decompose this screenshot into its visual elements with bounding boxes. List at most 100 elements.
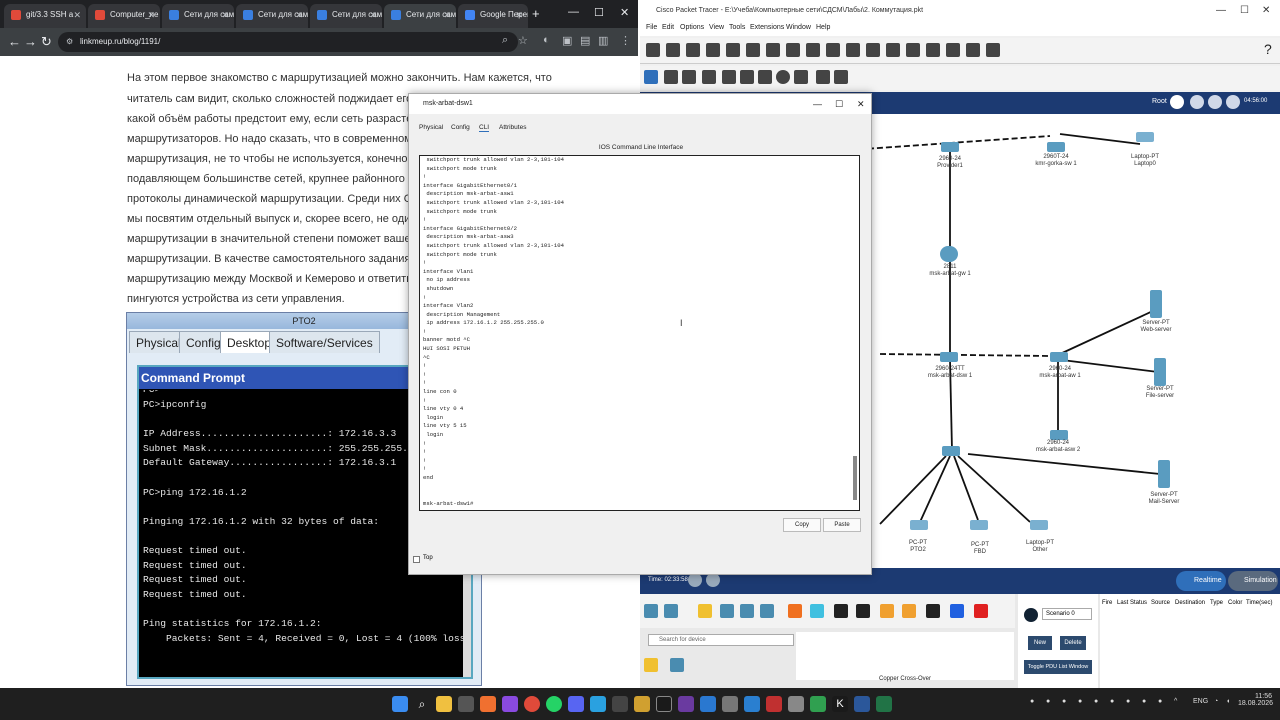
maximize-icon[interactable]: ☐ [835,94,843,114]
close-tab-icon[interactable]: ✕ [73,4,81,26]
laptop-icon[interactable] [1136,132,1154,142]
draw-line-icon[interactable] [740,70,754,84]
minimize-icon[interactable]: — [1216,0,1226,22]
menu-icon[interactable]: ⋮ [620,34,631,47]
cli-scrollbar[interactable] [851,160,857,500]
extension-icon[interactable]: ▥ [598,34,608,47]
rectangle-icon[interactable] [758,70,772,84]
tray-icon[interactable]: ● [1110,698,1114,705]
delete-button[interactable]: Delete [1060,636,1086,650]
menu-window[interactable]: Window [786,24,811,31]
info-icon[interactable] [1024,608,1038,622]
app-icon[interactable] [788,696,804,712]
maximize-icon[interactable]: ☐ [594,6,604,19]
app-icon[interactable]: K [832,696,848,712]
grid-icon[interactable] [670,658,684,672]
simulation-button[interactable]: Simulation [1228,571,1278,591]
redo-icon[interactable] [826,43,840,57]
whatsapp-icon[interactable] [546,696,562,712]
tray-icon[interactable]: ● [1078,698,1082,705]
tab-cli[interactable]: CLI [479,124,490,132]
fiber-cable-icon[interactable] [880,604,894,618]
toggle-pdu-list-button[interactable]: Toggle PDU List Window [1024,660,1092,674]
device-icon[interactable] [760,604,774,618]
drawing-palette-icon[interactable] [906,43,920,57]
serial-dce-icon[interactable] [950,604,964,618]
minimize-icon[interactable]: — [568,6,579,18]
excel-icon[interactable] [876,696,892,712]
tray-icon[interactable]: ● [1062,698,1066,705]
custom-devices-icon[interactable] [926,43,940,57]
maximize-icon[interactable]: ☐ [1240,0,1249,22]
tab-attributes[interactable]: Attributes [499,124,526,131]
fast-forward-icon[interactable] [706,573,720,587]
back-icon[interactable] [1170,95,1184,109]
file-explorer-icon[interactable] [436,696,452,712]
site-info-icon[interactable]: ⚙ [66,32,73,52]
word-icon[interactable] [854,696,870,712]
top-checkbox[interactable] [413,556,420,563]
screen-icon[interactable] [986,43,1000,57]
wifi-icon[interactable]: ◔ [1214,698,1218,705]
device-icon[interactable] [740,604,754,618]
copy-icon[interactable] [766,43,780,57]
phone-cable-icon[interactable] [902,604,916,618]
chrome-icon[interactable] [524,696,540,712]
language-indicator[interactable]: ENG [1193,698,1208,705]
menu-options[interactable]: Options [680,24,704,31]
realtime-button[interactable]: Realtime [1176,571,1226,591]
tray-icon[interactable]: ● [1126,698,1130,705]
coax-cable-icon[interactable] [926,604,940,618]
app-icon[interactable] [480,696,496,712]
switch-icon[interactable] [941,142,959,152]
close-window-icon[interactable]: ✕ [1262,0,1270,22]
ellipse-icon[interactable] [776,70,790,84]
menu-extensions[interactable]: Extensions [750,24,784,31]
tab-physical[interactable]: Physical [419,124,443,131]
note-icon[interactable] [722,70,736,84]
app-icon[interactable] [502,696,518,712]
paste-icon[interactable] [786,43,800,57]
zoom-in-icon[interactable] [846,43,860,57]
bookmark-star-icon[interactable]: ☆ [518,34,528,47]
tray-icon[interactable]: ^ [1174,698,1177,705]
app-icon[interactable] [458,696,474,712]
switch-icon[interactable] [940,352,958,362]
scenario-select[interactable]: Scenario 0 [1042,608,1092,620]
app-icon[interactable] [678,696,694,712]
zoom-out-icon[interactable] [886,43,900,57]
switch-icon[interactable] [1047,142,1065,152]
server-icon[interactable] [1154,358,1166,386]
new-button[interactable]: New [1028,636,1052,650]
viewport-icon[interactable] [1226,95,1240,109]
search-icon[interactable]: ⌕ [414,696,430,712]
connections-icon[interactable] [698,604,712,618]
app-icon[interactable] [766,696,782,712]
copy-button[interactable]: Copy [783,518,821,532]
menu-help[interactable]: Help [816,24,830,31]
volume-icon[interactable]: ◖ [1226,698,1230,705]
device-icon[interactable] [720,604,734,618]
pc-icon[interactable] [910,520,928,530]
close-window-icon[interactable]: ✕ [857,94,865,114]
inspect-icon[interactable] [664,70,678,84]
print-icon[interactable] [726,43,740,57]
straight-cable-icon[interactable] [834,604,848,618]
dialog-titlebar[interactable]: msk-arbat-dsw1 — ☐ ✕ [409,94,871,114]
close-tab-icon[interactable]: ✕ [295,4,303,26]
tray-icon[interactable]: ● [1046,698,1050,705]
forward-icon[interactable]: → [24,34,37,49]
minimize-icon[interactable]: — [813,94,822,114]
extension-icon[interactable]: ▣ [562,34,572,47]
terminal-icon[interactable] [656,696,672,712]
cluster-icon[interactable] [1190,95,1204,109]
complex-pdu-icon[interactable] [834,70,848,84]
menu-file[interactable]: File [646,24,657,31]
serial-dte-icon[interactable] [974,604,988,618]
delete-icon[interactable] [682,70,696,84]
tray-icon[interactable]: ● [1094,698,1098,705]
close-tab-icon[interactable]: ✕ [369,4,377,26]
menu-view[interactable]: View [709,24,724,31]
switch-icon[interactable] [1050,430,1068,440]
crossover-cable-icon[interactable] [856,604,870,618]
